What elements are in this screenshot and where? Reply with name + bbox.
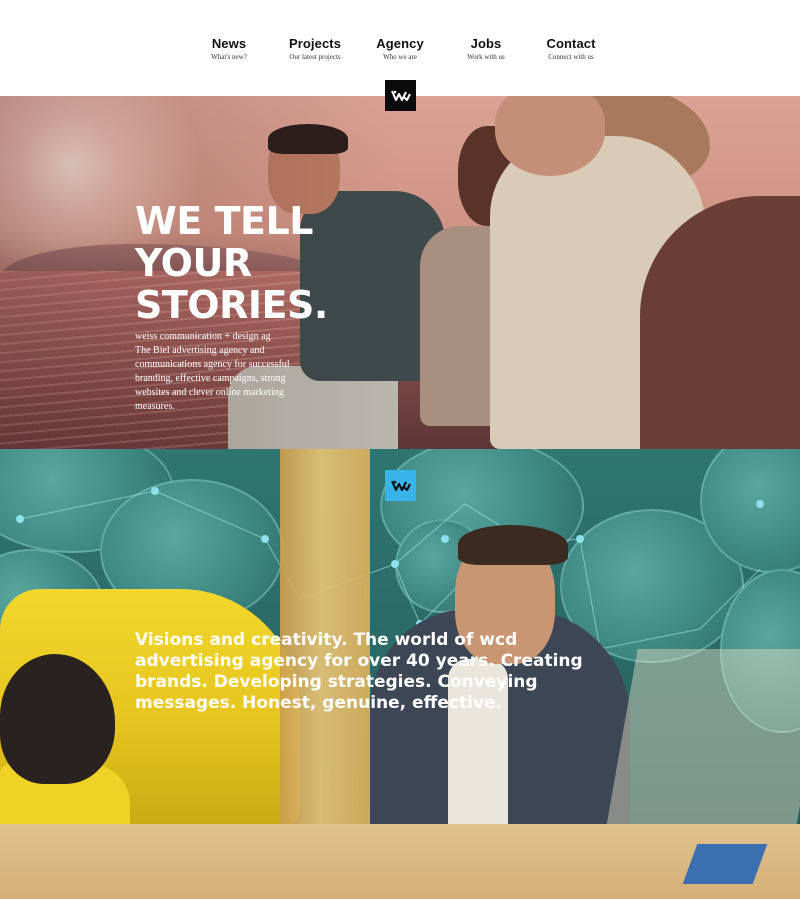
hero-shade bbox=[0, 96, 800, 449]
photo-person bbox=[458, 525, 568, 565]
hero-description-line: weiss communication + design ag bbox=[135, 331, 271, 342]
hero-headline: WE TELL YOUR STORIES. bbox=[135, 200, 328, 326]
hero-headline-line: STORIES. bbox=[135, 283, 328, 327]
hero-description-line: The Biel advertising agency and bbox=[135, 345, 265, 356]
agency-statement-line: messages. Honest, genuine, effective. bbox=[135, 693, 502, 713]
hero-description-line: measures. bbox=[135, 401, 175, 412]
agency-statement: Visions and creativity. The world of wcd… bbox=[135, 630, 595, 714]
nav-item-contact[interactable]: Contact Connect with us bbox=[516, 36, 626, 62]
hero-description: weiss communication + design ag The Biel… bbox=[135, 330, 305, 414]
photo-person bbox=[0, 654, 115, 784]
wcd-logo-mark bbox=[390, 90, 411, 101]
wcd-logo-mark bbox=[390, 480, 411, 491]
hero-description-line: communications agency for successful bbox=[135, 359, 290, 370]
agency-statement-line: Visions and creativity. The world of wcd bbox=[135, 630, 518, 650]
agency-statement-line: brands. Developing strategies. Conveying bbox=[135, 672, 538, 692]
photo-table bbox=[0, 824, 800, 899]
nav-item-subtitle: Connect with us bbox=[548, 53, 594, 61]
photo-glass-block bbox=[602, 649, 800, 849]
wcd-logo-icon[interactable] bbox=[385, 470, 416, 501]
nav-item-title: Contact bbox=[546, 36, 596, 51]
hero-headline-line: WE TELL bbox=[135, 199, 313, 243]
agency-statement-line: advertising agency for over 40 years. Cr… bbox=[135, 651, 583, 671]
hero-description-line: websites and clever online marketing bbox=[135, 387, 284, 398]
photo-blue-object bbox=[682, 844, 768, 884]
hero-description-line: branding, effective campaigns, strong bbox=[135, 373, 286, 384]
hero-headline-line: YOUR bbox=[135, 241, 252, 285]
hero-section bbox=[0, 96, 800, 449]
wcd-logo-icon[interactable] bbox=[385, 80, 416, 111]
